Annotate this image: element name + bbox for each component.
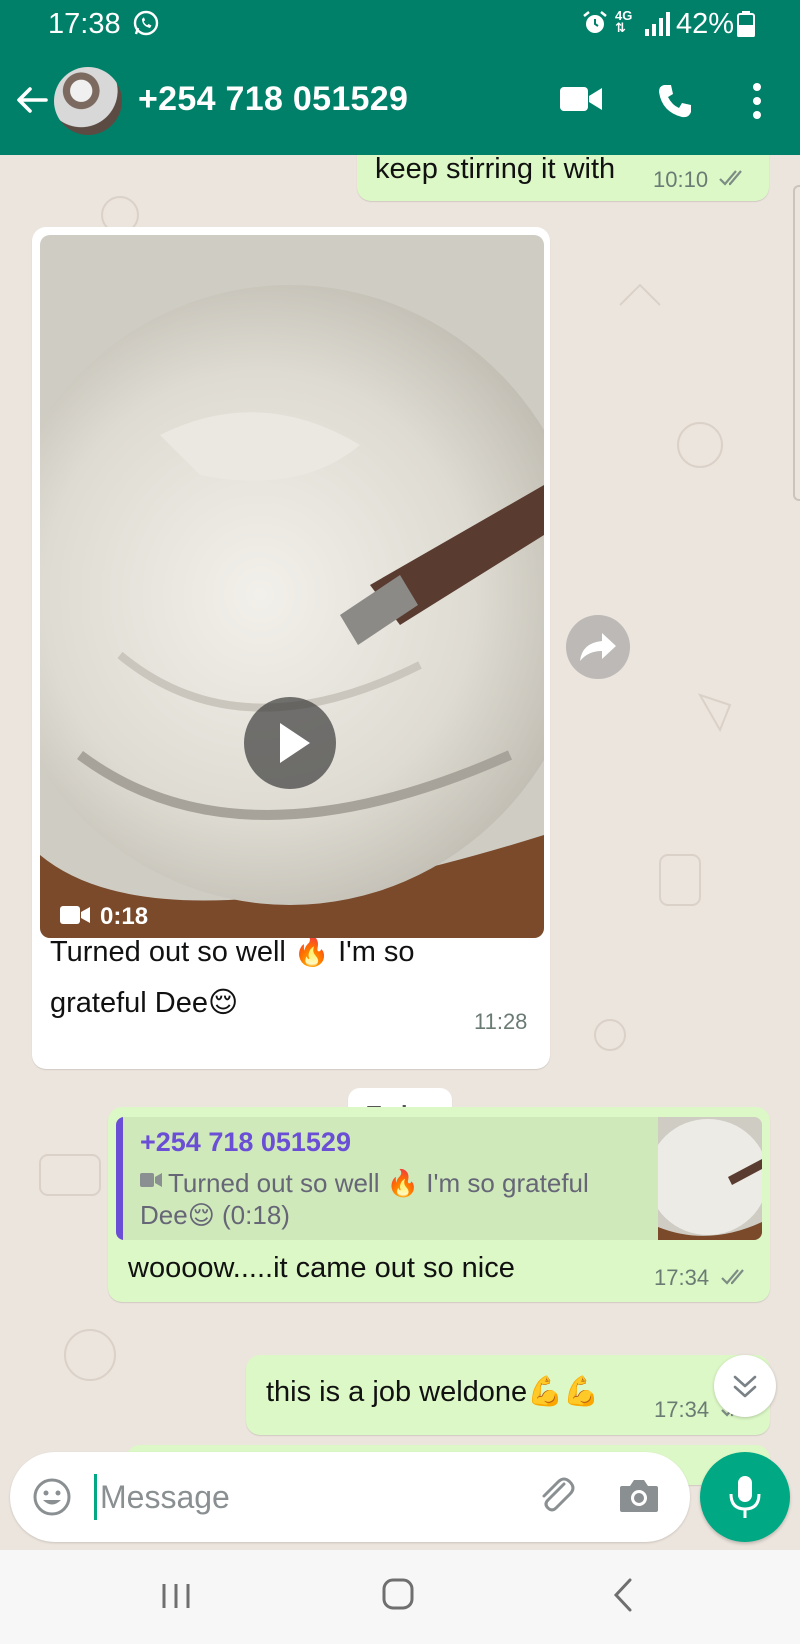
quoted-message[interactable]: +254 718 051529 Turned out so well 🔥 I'm… xyxy=(116,1117,762,1240)
chat-area[interactable]: keep stirring it with 10:10 Turned out s… xyxy=(0,155,800,1550)
mic-button[interactable] xyxy=(700,1452,790,1542)
video-camera-icon xyxy=(60,906,90,924)
battery-icon xyxy=(737,11,755,37)
scroll-indicator[interactable] xyxy=(793,185,800,501)
forward-icon xyxy=(580,633,616,661)
quote-text: Turned out so well 🔥 I'm so grateful Dee😌… xyxy=(140,1168,589,1230)
play-icon xyxy=(280,723,310,763)
more-icon[interactable] xyxy=(747,82,767,120)
quote-accent-bar xyxy=(116,1117,123,1240)
forward-button[interactable] xyxy=(566,615,630,679)
scroll-to-bottom-button[interactable] xyxy=(714,1355,776,1417)
message-text: this is a job weldone💪💪 xyxy=(266,1376,600,1408)
emoji-icon[interactable] xyxy=(32,1477,72,1517)
contact-avatar[interactable] xyxy=(54,67,122,135)
status-bar: 17:38 4G ⇅ 42% xyxy=(0,0,800,50)
chevrons-down-icon xyxy=(733,1375,757,1398)
message-outgoing[interactable]: this is a job weldone💪💪 17:34 xyxy=(246,1355,770,1435)
whatsapp-icon xyxy=(133,10,159,36)
battery-percent: 42% xyxy=(676,8,735,40)
message-time: 10:10 xyxy=(653,167,709,192)
message-text: woooow.....it came out so nice xyxy=(128,1252,515,1284)
status-time: 17:38 xyxy=(48,8,121,40)
double-check-icon xyxy=(719,170,742,186)
app-header: 17:38 4G ⇅ 42% +254 718 051529 xyxy=(0,0,800,155)
home-icon[interactable] xyxy=(380,1576,416,1612)
message-time: 11:28 xyxy=(474,1009,528,1034)
quote-author: +254 718 051529 xyxy=(140,1127,351,1157)
message-outgoing[interactable]: keep stirring it with 10:10 xyxy=(357,155,769,201)
attach-icon[interactable] xyxy=(534,1474,580,1520)
video-duration: 0:18 xyxy=(100,903,149,930)
message-time: 17:34 xyxy=(654,1397,710,1422)
system-nav-bar xyxy=(0,1550,800,1644)
video-caption-line2: grateful Dee😌 xyxy=(50,987,239,1019)
quote-thumbnail xyxy=(658,1117,762,1240)
video-call-icon[interactable] xyxy=(560,84,602,114)
play-button[interactable] xyxy=(244,697,336,789)
phone-icon[interactable] xyxy=(656,82,694,120)
back-arrow-icon[interactable] xyxy=(14,82,50,118)
video-caption-line1: Turned out so well 🔥 I'm so xyxy=(50,936,415,968)
recent-apps-icon[interactable] xyxy=(158,1578,194,1614)
mic-icon xyxy=(729,1476,761,1518)
message-input[interactable] xyxy=(100,1470,520,1524)
network-type: 4G ⇅ xyxy=(615,8,633,35)
signal-icon xyxy=(645,12,670,36)
camera-icon[interactable] xyxy=(618,1476,660,1516)
text-cursor xyxy=(94,1474,97,1520)
message-composer xyxy=(10,1452,690,1542)
double-check-icon xyxy=(721,1269,744,1285)
alarm-icon xyxy=(583,11,607,33)
contact-name[interactable]: +254 718 051529 xyxy=(138,80,408,119)
nav-back-icon[interactable] xyxy=(610,1576,636,1614)
message-time: 17:34 xyxy=(654,1265,710,1290)
video-thumbnail[interactable] xyxy=(40,235,544,938)
message-text: keep stirring it with xyxy=(375,155,616,185)
